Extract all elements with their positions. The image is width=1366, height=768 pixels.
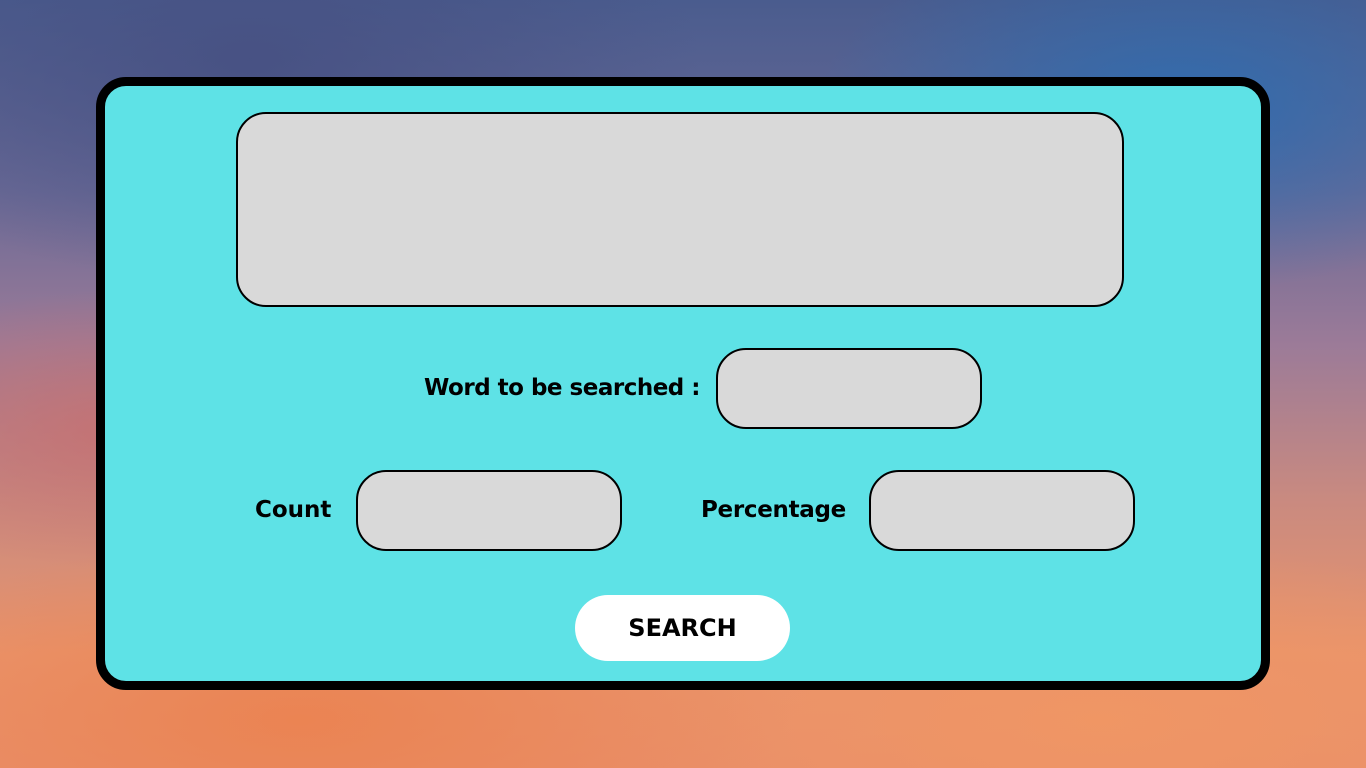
count-label: Count: [255, 497, 332, 523]
text-input-area[interactable]: [236, 112, 1124, 307]
count-output-field[interactable]: [356, 470, 622, 551]
percentage-output-field[interactable]: [869, 470, 1135, 551]
word-to-search-label: Word to be searched :: [424, 375, 700, 401]
search-button[interactable]: SEARCH: [575, 595, 790, 661]
word-to-search-input[interactable]: [716, 348, 982, 429]
percentage-label: Percentage: [701, 497, 846, 523]
